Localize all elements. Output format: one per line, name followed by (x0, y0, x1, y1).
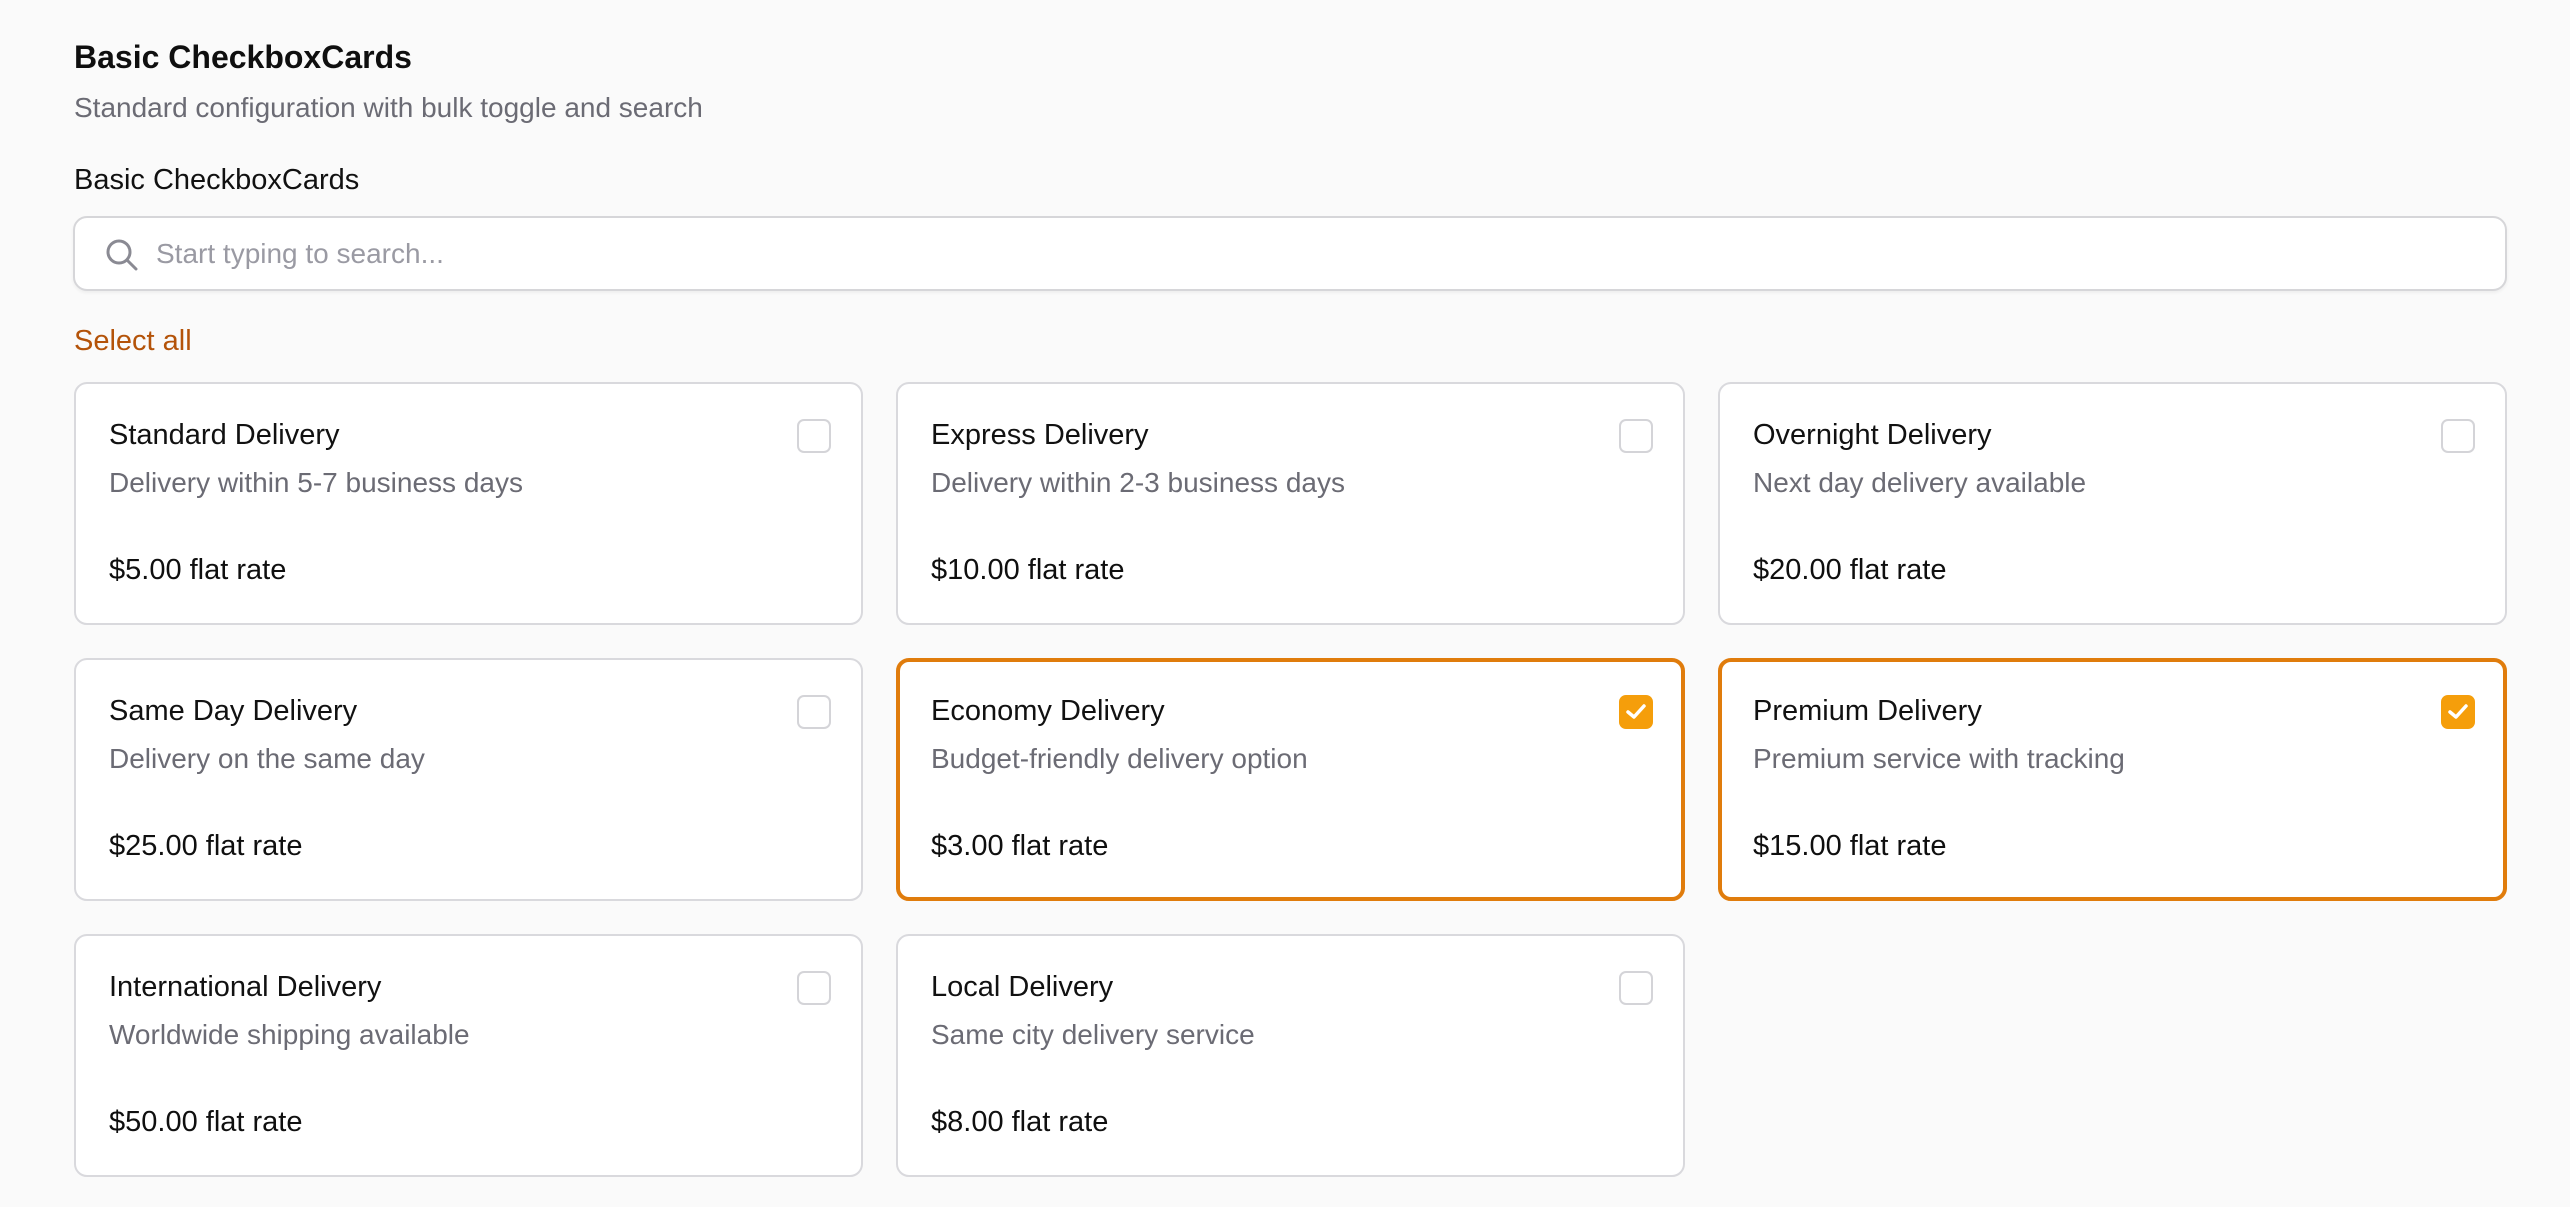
checkmark-icon (2448, 704, 2468, 719)
card-description: Delivery within 2-3 business days (931, 467, 1345, 498)
card-title: Standard Delivery (109, 419, 340, 451)
card-checkbox[interactable] (1619, 419, 1653, 453)
checkbox-card-express-delivery[interactable]: Express Delivery Delivery within 2-3 bus… (896, 382, 1685, 625)
card-price: $8.00 flat rate (931, 1106, 1109, 1138)
checkbox-card-international-delivery[interactable]: International Delivery Worldwide shippin… (74, 934, 863, 1177)
card-price: $20.00 flat rate (1753, 554, 1947, 586)
checkbox-card-same-day-delivery[interactable]: Same Day Delivery Delivery on the same d… (74, 658, 863, 901)
card-price: $25.00 flat rate (109, 830, 303, 862)
checkbox-card-overnight-delivery[interactable]: Overnight Delivery Next day delivery ava… (1718, 382, 2507, 625)
checkbox-cards-page: Basic CheckboxCards Standard configurati… (0, 0, 2570, 1177)
card-price: $15.00 flat rate (1753, 830, 1947, 862)
card-checkbox[interactable] (797, 419, 831, 453)
card-title: Economy Delivery (931, 695, 1165, 727)
card-title: Express Delivery (931, 419, 1149, 451)
search-icon (106, 239, 138, 271)
card-price: $5.00 flat rate (109, 554, 287, 586)
checkbox-card-premium-delivery[interactable]: Premium Delivery Premium service with tr… (1718, 658, 2507, 901)
card-checkbox[interactable] (2441, 695, 2475, 729)
select-all-link[interactable]: Select all (74, 323, 192, 359)
card-description: Same city delivery service (931, 1019, 1255, 1050)
card-description: Budget-friendly delivery option (931, 743, 1308, 774)
card-title: Local Delivery (931, 971, 1114, 1003)
card-checkbox[interactable] (797, 971, 831, 1005)
search-box[interactable] (73, 216, 2507, 291)
card-checkbox[interactable] (2441, 419, 2475, 453)
checkbox-card-local-delivery[interactable]: Local Delivery Same city delivery servic… (896, 934, 1685, 1177)
field-label: Basic CheckboxCards (74, 164, 360, 196)
checkbox-card-standard-delivery[interactable]: Standard Delivery Delivery within 5-7 bu… (74, 382, 863, 625)
page-title: Basic CheckboxCards (74, 39, 412, 75)
card-description: Delivery within 5-7 business days (109, 467, 523, 498)
card-price: $3.00 flat rate (931, 830, 1109, 862)
card-checkbox[interactable] (797, 695, 831, 729)
card-checkbox[interactable] (1619, 971, 1653, 1005)
card-title: Premium Delivery (1753, 695, 1982, 727)
checkbox-card-economy-delivery[interactable]: Economy Delivery Budget-friendly deliver… (896, 658, 1685, 901)
card-description: Premium service with tracking (1753, 743, 2125, 774)
card-price: $10.00 flat rate (931, 554, 1125, 586)
card-title: Overnight Delivery (1753, 419, 1992, 451)
page-subtitle: Standard configuration with bulk toggle … (74, 92, 703, 123)
card-checkbox[interactable] (1619, 695, 1653, 729)
search-input[interactable] (156, 218, 2456, 289)
card-title: International Delivery (109, 971, 382, 1003)
checkbox-card-grid: Standard Delivery Delivery within 5-7 bu… (74, 382, 2507, 1177)
card-description: Next day delivery available (1753, 467, 2087, 498)
card-description: Worldwide shipping available (109, 1019, 470, 1050)
checkmark-icon (1626, 704, 1646, 719)
card-title: Same Day Delivery (109, 695, 358, 727)
card-price: $50.00 flat rate (109, 1106, 303, 1138)
card-description: Delivery on the same day (109, 743, 425, 774)
